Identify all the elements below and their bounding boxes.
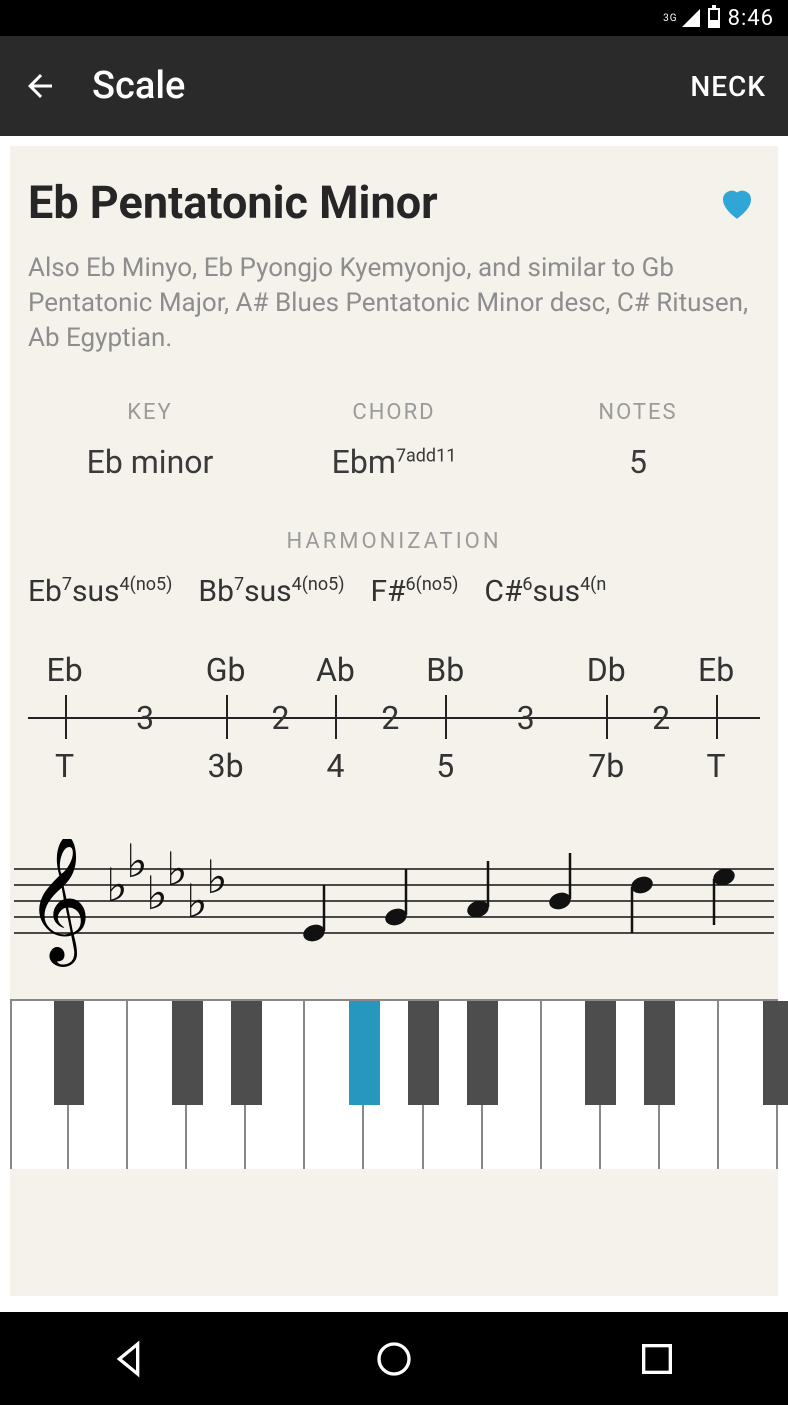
interval-tick xyxy=(716,695,718,739)
app-bar: Scale NECK xyxy=(0,36,788,136)
interval-tick xyxy=(606,695,608,739)
harmonization-chord[interactable]: C#6sus4(n xyxy=(484,574,606,609)
nav-recent-icon[interactable] xyxy=(637,1339,677,1379)
chord-base: Ebm xyxy=(332,443,396,481)
scale-description: Also Eb Minyo, Eb Pyongjo Kyemyonjo, and… xyxy=(28,251,760,356)
clock: 8:46 xyxy=(728,6,774,31)
interval-chart: Eb T Gb 3b Ab 4 Bb 5 Db 7b Eb T 3 2 2 3 2 xyxy=(28,651,760,801)
interval-gap: 2 xyxy=(272,699,290,737)
notes-value: 5 xyxy=(516,443,760,481)
interval-note: Bb xyxy=(426,651,464,689)
flat-icon: ♭ xyxy=(166,844,188,895)
black-key[interactable] xyxy=(763,1001,788,1105)
black-key[interactable] xyxy=(172,1001,203,1105)
key-label: KEY xyxy=(28,400,272,425)
interval-tick xyxy=(335,695,337,739)
info-row: KEY Eb minor CHORD Ebm7add11 NOTES 5 xyxy=(28,400,760,481)
interval-degree: 5 xyxy=(436,747,454,785)
interval-tick xyxy=(226,695,228,739)
page-body: Eb Pentatonic Minor Also Eb Minyo, Eb Py… xyxy=(0,136,788,1312)
favorite-icon[interactable] xyxy=(714,182,760,224)
black-key[interactable] xyxy=(644,1001,675,1105)
staff: 𝄞 ♭♭♭♭♭♭ xyxy=(10,839,778,969)
signal-icon xyxy=(682,9,700,27)
flat-icon: ♭ xyxy=(106,860,128,911)
flat-icon: ♭ xyxy=(146,868,168,919)
back-icon[interactable] xyxy=(22,68,58,104)
black-key[interactable] xyxy=(349,1001,380,1105)
interval-note: Gb xyxy=(206,651,246,689)
chord-label: CHORD xyxy=(272,400,516,425)
notes-label: NOTES xyxy=(516,400,760,425)
treble-clef-icon: 𝄞 xyxy=(26,839,91,967)
interval-gap: 3 xyxy=(136,699,154,737)
status-bar: 3G 8:46 xyxy=(0,0,788,36)
network-label: 3G xyxy=(663,13,677,24)
interval-note: Eb xyxy=(698,651,734,689)
harmonization-chord[interactable]: Bb7sus4(no5) xyxy=(198,574,344,609)
nav-home-icon[interactable] xyxy=(374,1339,414,1379)
interval-degree: 7b xyxy=(588,747,624,785)
scale-card: Eb Pentatonic Minor Also Eb Minyo, Eb Py… xyxy=(10,146,778,1296)
scale-title: Eb Pentatonic Minor xyxy=(28,176,714,229)
interval-note: Db xyxy=(587,651,626,689)
black-key[interactable] xyxy=(585,1001,616,1105)
android-nav-bar xyxy=(0,1312,788,1405)
keyboard[interactable] xyxy=(10,999,778,1169)
harmonization-row[interactable]: Eb7sus4(no5) Bb7sus4(no5) F#6(no5) C#6sus4(… xyxy=(28,574,760,609)
interval-degree: 3b xyxy=(208,747,244,785)
neck-button[interactable]: NECK xyxy=(690,70,766,103)
battery-icon xyxy=(708,8,720,28)
harmonization-label: HARMONIZATION xyxy=(28,529,760,554)
black-key[interactable] xyxy=(467,1001,498,1105)
harmonization-chord[interactable]: F#6(no5) xyxy=(370,574,458,609)
flat-icon: ♭ xyxy=(126,839,148,887)
key-value[interactable]: Eb minor xyxy=(28,443,272,481)
harmonization-chord[interactable]: Eb7sus4(no5) xyxy=(28,574,172,609)
interval-gap: 2 xyxy=(381,699,399,737)
page-title: Scale xyxy=(92,64,690,108)
chord-sup: 7add11 xyxy=(396,446,456,467)
flat-icon: ♭ xyxy=(206,852,228,903)
chord-value[interactable]: Ebm7add11 xyxy=(272,443,516,481)
interval-note: Ab xyxy=(316,651,355,689)
black-key[interactable] xyxy=(54,1001,85,1105)
interval-note: Eb xyxy=(47,651,83,689)
black-key[interactable] xyxy=(231,1001,262,1105)
interval-degree: 4 xyxy=(326,747,344,785)
interval-tick xyxy=(65,695,67,739)
interval-tick xyxy=(445,695,447,739)
interval-degree: T xyxy=(55,747,74,785)
nav-back-icon[interactable] xyxy=(111,1339,151,1379)
black-key[interactable] xyxy=(408,1001,439,1105)
interval-gap: 3 xyxy=(517,699,535,737)
interval-gap: 2 xyxy=(652,699,670,737)
flat-icon: ♭ xyxy=(186,876,208,927)
interval-degree: T xyxy=(707,747,726,785)
